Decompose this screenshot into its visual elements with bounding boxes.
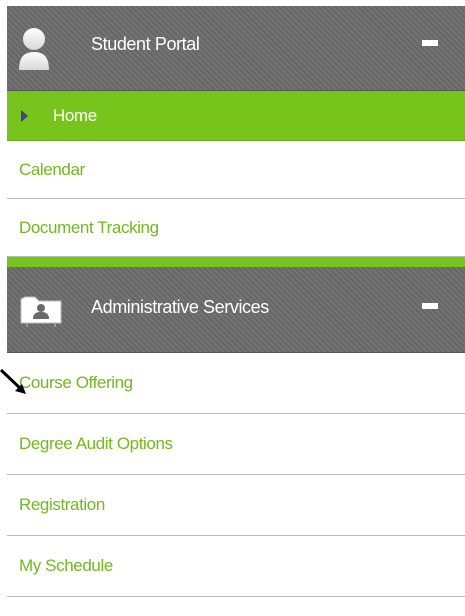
section-divider [7,257,465,267]
section-title-student-portal: Student Portal [91,34,200,54]
nav-item-calendar[interactable]: Calendar [7,141,465,199]
nav-item-degree-audit-options[interactable]: Degree Audit Options [7,414,465,475]
nav-item-my-schedule[interactable]: My Schedule [7,536,465,597]
pointer-arrow-icon [0,368,26,394]
section-header-administrative-services[interactable]: Administrative Services collapse [7,267,465,353]
section-header-student-portal[interactable]: Student Portal collapse [7,6,465,91]
nav-item-label: Degree Audit Options [19,434,173,453]
nav-item-label: Registration [19,495,105,514]
sidebar-nav: Student Portal collapse Home Calendar Do… [7,6,465,616]
collapse-minus-icon[interactable]: collapse [422,303,438,309]
nav-item-home[interactable]: Home [7,91,465,141]
nav-item-label: My Schedule [19,556,113,575]
nav-item-course-offering[interactable]: Course Offering [7,353,465,414]
nav-item-label: Home [53,105,97,125]
nav-item-registration[interactable]: Registration [7,475,465,536]
collapse-minus-icon[interactable]: collapse [422,40,438,46]
section-title-administrative-services: Administrative Services [91,297,269,317]
nav-item-document-tracking[interactable]: Document Tracking [7,199,465,257]
